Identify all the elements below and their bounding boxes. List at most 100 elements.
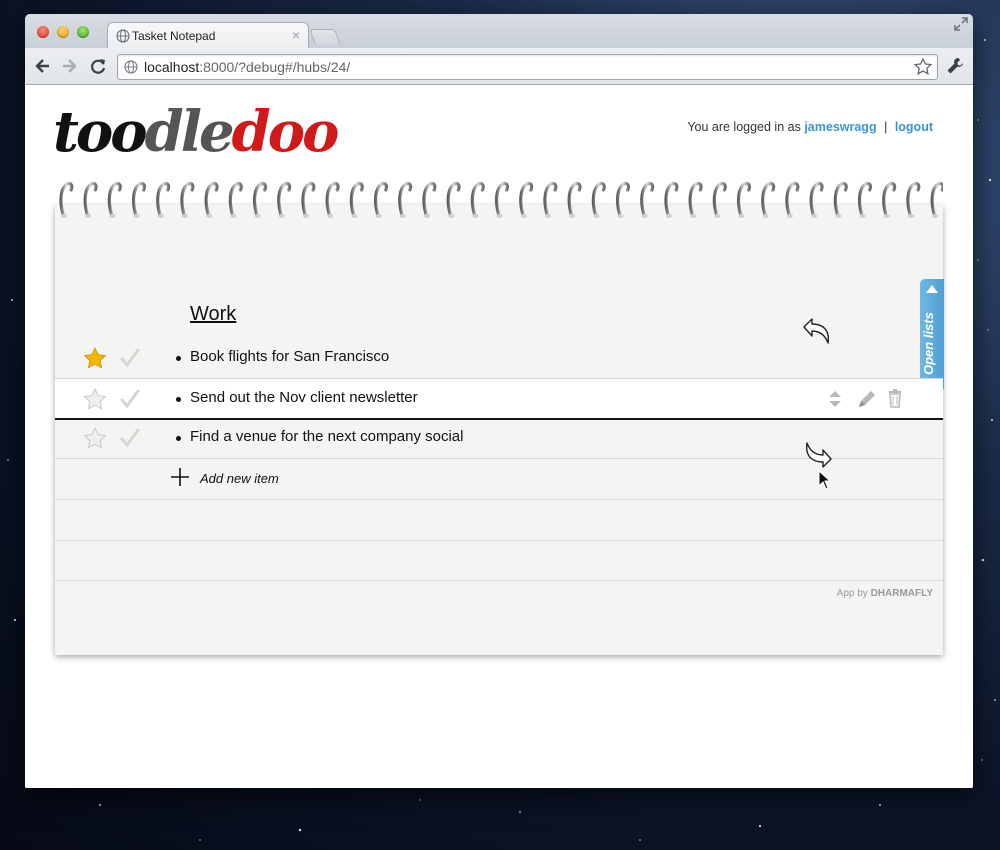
todo-row[interactable]: Book flights for San Francisco	[55, 338, 943, 379]
item-text[interactable]: Book flights for San Francisco	[190, 348, 389, 365]
spiral-ring	[833, 181, 848, 220]
site-info-icon[interactable]	[124, 60, 138, 74]
footer-brand-link[interactable]: DHARMAFLY	[871, 588, 933, 599]
spiral-ring	[277, 181, 292, 220]
logo-part-1: too	[53, 99, 148, 165]
empty-row	[55, 540, 943, 581]
forward-arrow-icon[interactable]	[59, 56, 79, 76]
spiral-ring	[252, 181, 267, 220]
spiral-ring	[809, 181, 824, 220]
checkmark-icon[interactable]	[119, 427, 141, 449]
spiral-ring	[107, 181, 122, 220]
browser-window: Tasket Notepad × localhost:8000/?debug#/…	[25, 14, 973, 788]
item-actions	[829, 389, 901, 408]
spiral-ring	[519, 181, 534, 220]
spiral-ring	[688, 181, 703, 220]
spiral-ring	[373, 181, 388, 220]
spiral-ring	[301, 181, 316, 220]
spiral-ring	[156, 181, 171, 220]
spiral-ring	[930, 181, 943, 220]
footer-credit: App by DHARMAFLY	[837, 588, 933, 599]
spiral-ring	[761, 181, 776, 220]
spiral-ring	[567, 181, 582, 220]
reload-icon[interactable]	[88, 56, 108, 76]
spiral-ring	[591, 181, 606, 220]
spiral-ring	[736, 181, 751, 220]
list-title[interactable]: Work	[190, 303, 236, 326]
spiral-ring	[228, 181, 243, 220]
zoom-window-button[interactable]	[77, 26, 89, 38]
star-filled-icon[interactable]	[83, 347, 107, 369]
item-text[interactable]: Find a venue for the next company social	[190, 428, 464, 445]
close-window-button[interactable]	[37, 26, 49, 38]
add-new-item-label[interactable]: Add new item	[200, 471, 279, 486]
username-link[interactable]: jameswragg	[804, 120, 876, 134]
spiral-ring	[59, 181, 74, 220]
item-text[interactable]: Send out the Nov client newsletter	[190, 389, 418, 406]
login-prefix: You are logged in as	[687, 120, 801, 134]
reorder-icon[interactable]	[829, 391, 841, 407]
login-status: You are logged in as jameswragg | logout	[687, 120, 933, 134]
url-path: :8000/?debug#/hubs/24/	[199, 59, 351, 75]
notepad: Open lists Work Book flights for San Fra…	[55, 205, 944, 655]
spiral-binding	[59, 181, 943, 220]
spiral-ring	[906, 181, 921, 220]
logo-part-2: dle	[144, 99, 235, 165]
spiral-ring	[882, 181, 897, 220]
spiral-ring	[857, 181, 872, 220]
wrench-icon[interactable]	[945, 56, 965, 76]
arrow-up-icon	[926, 285, 938, 293]
footer-prefix: App by	[836, 588, 868, 599]
bullet	[176, 436, 181, 441]
tab-title: Tasket Notepad	[132, 29, 216, 43]
url-host: localhost	[144, 59, 200, 75]
spiral-ring	[470, 181, 485, 220]
spiral-ring	[615, 181, 630, 220]
trash-icon[interactable]	[889, 389, 901, 408]
spiral-ring	[422, 181, 437, 220]
spiral-ring	[712, 181, 727, 220]
empty-row	[55, 500, 943, 541]
address-bar[interactable]: localhost:8000/?debug#/hubs/24/	[117, 54, 938, 80]
bullet	[176, 397, 181, 402]
bullet	[176, 356, 181, 361]
spiral-ring	[180, 181, 195, 220]
star-outline-icon[interactable]	[83, 427, 107, 449]
plus-icon[interactable]	[170, 467, 190, 487]
todo-row[interactable]: Send out the Nov client newsletter	[55, 379, 943, 420]
browser-tab[interactable]: Tasket Notepad ×	[107, 22, 309, 49]
logo-part-3: doo	[231, 99, 340, 165]
fullscreen-icon[interactable]	[953, 16, 969, 32]
spiral-ring	[494, 181, 509, 220]
title-bar: Tasket Notepad ×	[25, 14, 973, 49]
add-item-row[interactable]: Add new item	[55, 459, 943, 500]
logout-link[interactable]: logout	[895, 120, 933, 134]
login-separator: |	[884, 120, 888, 134]
spiral-ring	[785, 181, 800, 220]
spiral-ring	[664, 181, 679, 220]
checkmark-icon[interactable]	[119, 388, 141, 410]
bookmark-star-icon[interactable]	[913, 57, 933, 77]
page-content: toodledoo You are logged in as jameswrag…	[25, 85, 973, 788]
spiral-ring	[543, 181, 558, 220]
spiral-ring	[325, 181, 340, 220]
new-tab-button[interactable]	[309, 29, 341, 45]
spiral-ring	[398, 181, 413, 220]
pencil-icon[interactable]	[859, 391, 875, 407]
minimize-window-button[interactable]	[57, 26, 69, 38]
spiral-ring	[349, 181, 364, 220]
checkmark-icon[interactable]	[119, 347, 141, 369]
browser-toolbar: localhost:8000/?debug#/hubs/24/	[25, 48, 973, 85]
mouse-cursor-icon	[818, 470, 832, 490]
toodledoo-logo[interactable]: toodledoo	[53, 97, 340, 167]
spiral-ring	[131, 181, 146, 220]
spiral-ring	[204, 181, 219, 220]
star-outline-icon[interactable]	[83, 388, 107, 410]
back-arrow-icon[interactable]	[33, 56, 53, 76]
url-text: localhost:8000/?debug#/hubs/24/	[144, 59, 350, 75]
spiral-ring	[83, 181, 98, 220]
spiral-ring	[640, 181, 655, 220]
globe-icon	[116, 29, 130, 43]
tab-close-icon[interactable]: ×	[292, 27, 300, 43]
spiral-ring	[446, 181, 461, 220]
